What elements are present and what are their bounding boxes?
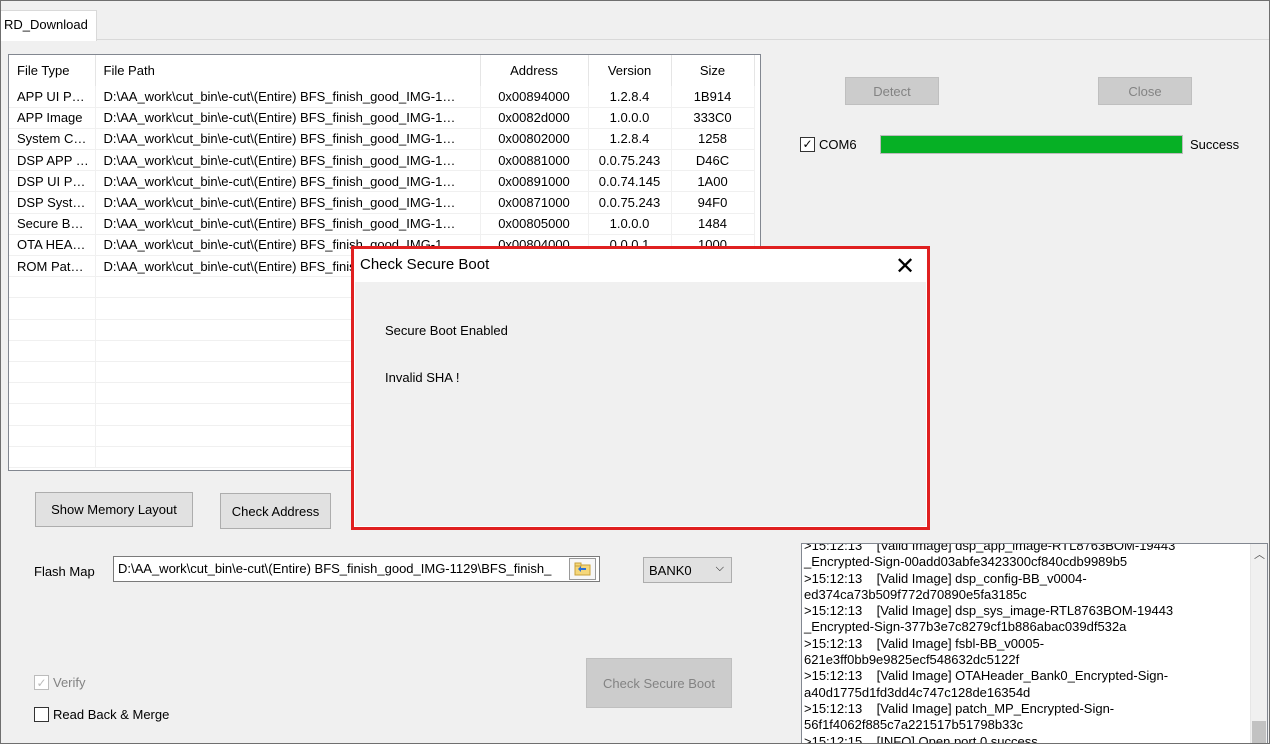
empty-cell <box>9 382 96 405</box>
table-row[interactable]: APP UI P… D:\AA_work\cut_bin\e-cut\(Entir… <box>9 86 755 108</box>
cell-address: 0x00891000 <box>480 170 589 193</box>
empty-cell <box>9 319 96 341</box>
scroll-thumb[interactable] <box>1252 721 1266 743</box>
col-address[interactable]: Address <box>480 55 589 86</box>
browse-folder-button[interactable] <box>569 558 596 580</box>
close-icon[interactable]: ✕ <box>888 250 922 282</box>
read-back-merge-label: Read Back & Merge <box>53 707 170 722</box>
com-port-label: COM6 <box>819 137 857 152</box>
progress-fill <box>881 136 1182 153</box>
table-row[interactable]: DSP APP … D:\AA_work\cut_bin\e-cut\(Entir… <box>9 149 755 172</box>
checkbox-checked-icon: ✓ <box>34 675 49 690</box>
cell-file-type: Secure B… <box>9 213 96 235</box>
cell-version: 0.0.74.145 <box>588 170 672 193</box>
flash-map-label: Flash Map <box>34 564 95 579</box>
table-row[interactable]: DSP UI P… D:\AA_work\cut_bin\e-cut\(Entir… <box>9 170 755 193</box>
progress-status: Success <box>1190 137 1240 152</box>
col-file-path[interactable]: File Path <box>95 55 481 86</box>
read-back-merge-option[interactable]: Read Back & Merge <box>34 707 169 722</box>
table-row[interactable]: Secure B… D:\AA_work\cut_bin\e-cut\(Entir… <box>9 213 755 235</box>
dialog-message-secure-boot: Secure Boot Enabled <box>385 323 508 338</box>
empty-cell <box>9 340 96 362</box>
empty-cell <box>9 403 96 426</box>
show-memory-layout-button[interactable]: Show Memory Layout <box>35 492 193 527</box>
cell-address: 0x00805000 <box>480 213 589 235</box>
cell-file-path: D:\AA_work\cut_bin\e-cut\(Entire) BFS_fi… <box>95 107 481 129</box>
cell-version: 1.0.0.0 <box>588 107 672 129</box>
empty-cell <box>9 446 96 468</box>
table-row[interactable]: System C… D:\AA_work\cut_bin\e-cut\(Entir… <box>9 128 755 151</box>
cell-file-path: D:\AA_work\cut_bin\e-cut\(Entire) BFS_fi… <box>95 149 481 172</box>
flash-map-path-input[interactable]: D:\AA_work\cut_bin\e-cut\(Entire) BFS_fi… <box>113 556 600 582</box>
dialog-title: Check Secure Boot <box>355 250 926 282</box>
cell-size: 1B914 <box>671 86 755 108</box>
cell-file-type: APP UI P… <box>9 86 96 108</box>
checkbox-checked-icon: ✓ <box>800 136 815 152</box>
checkbox-unchecked-icon <box>34 707 49 722</box>
bank-select[interactable]: BANK0 ⌵ <box>643 557 732 583</box>
empty-cell <box>9 297 96 320</box>
check-secure-boot-button[interactable]: Check Secure Boot <box>586 658 732 708</box>
log-text: >15:12:13 [Valid Image] dsp_app_image-RT… <box>804 543 1176 744</box>
cell-address: 0x0082d000 <box>480 107 589 129</box>
table-header: File Type File Path Address Version Size <box>9 55 755 86</box>
tab-rd-download[interactable]: RD_Download <box>0 10 97 41</box>
cell-file-path: D:\AA_work\cut_bin\e-cut\(Entire) BFS_fi… <box>95 170 481 193</box>
empty-cell <box>9 276 96 299</box>
cell-version: 1.2.8.4 <box>588 128 672 151</box>
verify-label: Verify <box>53 675 86 690</box>
download-progress-bar <box>880 135 1183 154</box>
cell-file-type: OTA HEA… <box>9 234 96 257</box>
detect-button[interactable]: Detect <box>845 77 939 105</box>
cell-size: 333C0 <box>671 107 755 129</box>
chevron-down-icon: ⌵ <box>715 562 724 574</box>
cell-file-path: D:\AA_work\cut_bin\e-cut\(Entire) BFS_fi… <box>95 128 481 151</box>
cell-file-type: DSP Syst… <box>9 191 96 214</box>
close-button[interactable]: Close <box>1098 77 1192 105</box>
cell-file-path: D:\AA_work\cut_bin\e-cut\(Entire) BFS_fi… <box>95 213 481 235</box>
cell-version: 0.0.75.243 <box>588 191 672 214</box>
cell-version: 1.0.0.0 <box>588 213 672 235</box>
empty-cell <box>9 425 96 447</box>
log-output[interactable]: >15:12:13 [Valid Image] dsp_app_image-RT… <box>801 543 1268 744</box>
cell-size: 1484 <box>671 213 755 235</box>
log-scrollbar[interactable]: ︿ <box>1250 544 1267 743</box>
cell-version: 1.2.8.4 <box>588 86 672 108</box>
cell-size: 94F0 <box>671 191 755 214</box>
scroll-up-icon[interactable]: ︿ <box>1254 546 1265 562</box>
com-port-checkbox[interactable]: ✓ <box>800 136 815 152</box>
col-file-type[interactable]: File Type <box>9 55 96 86</box>
table-row[interactable]: APP Image D:\AA_work\cut_bin\e-cut\(Entir… <box>9 107 755 129</box>
cell-address: 0x00881000 <box>480 149 589 172</box>
empty-cell <box>9 361 96 384</box>
cell-file-type: System C… <box>9 128 96 151</box>
table-row[interactable]: DSP Syst… D:\AA_work\cut_bin\e-cut\(Entir… <box>9 191 755 214</box>
col-size[interactable]: Size <box>671 55 755 86</box>
bank-select-value: BANK0 <box>649 563 692 578</box>
dialog-message-invalid-sha: Invalid SHA ! <box>385 370 460 385</box>
cell-size: 1A00 <box>671 170 755 193</box>
cell-file-type: ROM Pat… <box>9 255 96 278</box>
check-address-button[interactable]: Check Address <box>220 493 331 529</box>
check-secure-boot-dialog: Check Secure Boot ✕ Secure Boot Enabled … <box>355 250 926 526</box>
cell-address: 0x00871000 <box>480 191 589 214</box>
cell-address: 0x00802000 <box>480 128 589 151</box>
cell-size: 1258 <box>671 128 755 151</box>
cell-file-path: D:\AA_work\cut_bin\e-cut\(Entire) BFS_fi… <box>95 191 481 214</box>
cell-address: 0x00894000 <box>480 86 589 108</box>
cell-file-type: APP Image <box>9 107 96 129</box>
cell-size: D46C <box>671 149 755 172</box>
cell-file-path: D:\AA_work\cut_bin\e-cut\(Entire) BFS_fi… <box>95 86 481 108</box>
cell-version: 0.0.75.243 <box>588 149 672 172</box>
cell-file-type: DSP APP … <box>9 149 96 172</box>
col-version[interactable]: Version <box>588 55 672 86</box>
cell-file-type: DSP UI P… <box>9 170 96 193</box>
folder-icon <box>574 562 591 576</box>
tab-strip <box>0 0 1270 40</box>
verify-option[interactable]: ✓ Verify <box>34 675 86 690</box>
